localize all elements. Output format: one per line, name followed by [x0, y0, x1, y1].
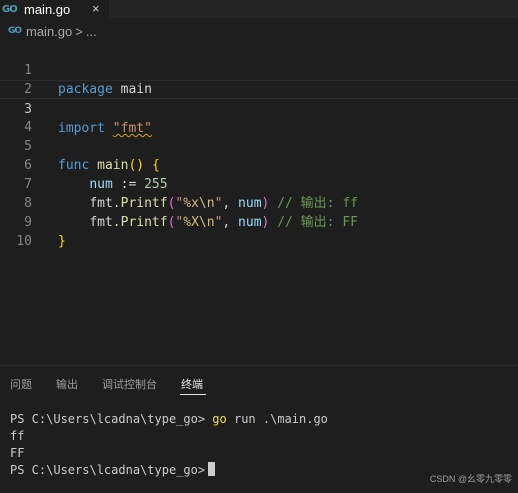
panel-tabs: 问题 输出 调试控制台 终端	[0, 366, 518, 400]
code-line: 5 func main() {	[0, 118, 518, 173]
active-tab-indicator	[180, 394, 206, 395]
line-number: 10	[16, 234, 32, 249]
chevron-right-icon: >	[75, 23, 83, 39]
terminal-line: PS C:\Users\lcadna\type_go> go run .\mai…	[10, 411, 510, 428]
breadcrumb: GO main.go > ...	[0, 20, 518, 42]
tab-label: main.go	[24, 1, 71, 17]
go-file-icon: GO	[8, 26, 22, 36]
terminal-cursor	[208, 462, 216, 476]
code-editor[interactable]: 1 package main 2 3 import "fmt" 4 5 func…	[0, 42, 518, 365]
code-line: 9 }	[0, 194, 518, 249]
code-line: 10	[0, 213, 518, 249]
code-line-current: 3 import "fmt"	[0, 80, 518, 136]
code-line: 1 package main	[0, 42, 518, 97]
tab-main-go[interactable]: GO main.go ×	[0, 0, 110, 18]
close-icon[interactable]: ×	[92, 1, 100, 16]
breadcrumb-file[interactable]: main.go	[26, 24, 72, 39]
tab-debug-console[interactable]: 调试控制台	[102, 376, 157, 392]
tab-problems[interactable]: 问题	[10, 376, 32, 392]
code-line: 8 fmt.Printf("%X\n", num) // 输出: FF	[0, 175, 518, 230]
code-line: 4	[0, 99, 518, 135]
code-line: 7 fmt.Printf("%x\n", num) // 输出: ff	[0, 156, 518, 211]
editor-tab-bar: GO main.go ×	[0, 0, 518, 18]
watermark: CSDN @幺零九零零	[429, 474, 512, 484]
terminal-command: go	[212, 412, 227, 426]
bottom-panel: 问题 输出 调试控制台 终端 PS C:\Users\lcadna\type_g…	[0, 365, 518, 493]
terminal-prompt: PS C:\Users\lcadna\type_go>	[10, 412, 213, 426]
go-file-icon: GO	[2, 3, 18, 15]
tab-output[interactable]: 输出	[56, 376, 78, 392]
code-line: 6 num := 255	[0, 137, 518, 192]
terminal-prompt: PS C:\Users\lcadna\type_go>	[10, 463, 206, 477]
terminal-output: ff	[10, 429, 25, 443]
tab-terminal[interactable]: 终端	[181, 376, 203, 392]
terminal[interactable]: PS C:\Users\lcadna\type_go> go run .\mai…	[10, 411, 510, 479]
terminal-output: FF	[10, 446, 25, 460]
breadcrumb-more[interactable]: ...	[86, 24, 97, 39]
brace: }	[58, 234, 66, 249]
terminal-command-args: run .\main.go	[226, 412, 328, 426]
code-line: 2	[0, 61, 518, 97]
